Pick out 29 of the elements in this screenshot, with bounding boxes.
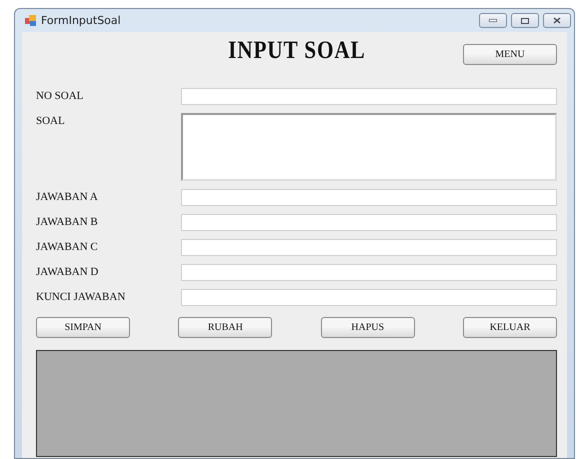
input-field[interactable] xyxy=(181,214,557,231)
field-label: JAWABAN D xyxy=(36,265,100,280)
close-button[interactable] xyxy=(543,13,571,28)
minimize-icon xyxy=(489,19,497,22)
action-button[interactable]: HAPUS xyxy=(320,317,415,338)
field-label: JAWABAN A xyxy=(36,190,99,205)
input-field[interactable] xyxy=(181,239,557,256)
input-field[interactable] xyxy=(181,189,557,206)
maximize-button[interactable] xyxy=(511,13,539,28)
field-label: SOAL xyxy=(36,114,66,129)
minimize-button[interactable] xyxy=(479,13,507,28)
text-area[interactable] xyxy=(181,113,557,181)
action-button[interactable]: RUBAH xyxy=(178,317,272,338)
data-grid[interactable] xyxy=(36,350,557,457)
field-label: KUNCI JAWABAN xyxy=(36,290,126,305)
field-label: JAWABAN B xyxy=(36,215,99,230)
close-icon xyxy=(553,17,561,24)
action-button[interactable]: SIMPAN xyxy=(36,317,130,338)
app-icon xyxy=(25,15,36,26)
action-button[interactable]: KELUAR xyxy=(462,317,557,338)
window-title: FormInputSoal xyxy=(41,14,122,27)
form-heading: INPUT SOAL xyxy=(228,36,366,66)
maximize-icon xyxy=(521,18,529,24)
input-field[interactable] xyxy=(181,289,557,306)
field-label: JAWABAN C xyxy=(36,240,99,255)
input-field[interactable] xyxy=(181,264,557,281)
menu-button[interactable]: MENU xyxy=(463,44,557,65)
field-label: NO SOAL xyxy=(36,89,84,104)
input-field[interactable] xyxy=(181,88,557,105)
